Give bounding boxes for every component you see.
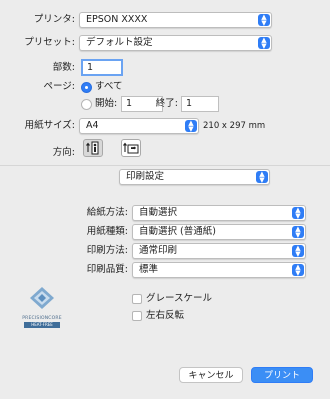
print-button[interactable]: プリント	[251, 367, 313, 383]
landscape-person-icon	[123, 142, 139, 154]
grayscale-label: グレースケール	[146, 293, 213, 304]
preset-label: プリセット:	[24, 37, 75, 48]
printer-label: プリンタ:	[33, 14, 75, 25]
pages-to-field[interactable]: 1	[181, 96, 219, 112]
pages-all-radio[interactable]	[81, 82, 92, 93]
separator	[0, 165, 330, 166]
print-quality-value: 標準	[139, 264, 159, 275]
section-popup[interactable]: 印刷設定 ▲ ▼	[119, 169, 270, 185]
section-value: 印刷設定	[126, 171, 165, 182]
logo-line1: PRECISIONCORE	[22, 316, 62, 321]
paper-source-value: 自動選択	[139, 207, 178, 218]
logo-line2: HEAT-FREE	[24, 322, 60, 328]
paper-size-value: A4	[86, 120, 99, 131]
media-type-value: 自動選択 (普通紙)	[139, 226, 216, 237]
portrait-person-icon	[86, 141, 99, 155]
precisioncore-logo-icon	[30, 287, 54, 309]
preset-popup[interactable]: デフォルト設定 ▲ ▼	[79, 35, 272, 51]
orientation-landscape-button[interactable]	[121, 139, 141, 157]
print-mode-label: 印刷方法:	[86, 245, 128, 256]
paper-source-label: 給紙方法:	[86, 207, 128, 218]
printer-popup[interactable]: EPSON XXXX ▲ ▼	[79, 12, 272, 28]
chevron-updown-icon: ▲ ▼	[292, 264, 304, 277]
chevron-updown-icon: ▲ ▼	[292, 245, 304, 258]
pages-range-radio[interactable]	[81, 99, 92, 110]
pages-label: ページ:	[43, 81, 75, 92]
copies-label: 部数:	[52, 62, 75, 73]
orientation-portrait-button[interactable]	[83, 139, 103, 157]
paper-size-popup[interactable]: A4 ▲ ▼	[79, 118, 199, 134]
copies-field[interactable]: 1	[81, 59, 123, 76]
chevron-updown-icon: ▲ ▼	[292, 226, 304, 239]
pages-all-label: すべて	[95, 81, 123, 92]
chevron-updown-icon: ▲ ▼	[185, 120, 197, 133]
chevron-updown-icon: ▲ ▼	[258, 37, 270, 50]
pages-to-label: 終了:	[155, 98, 178, 109]
pages-from-label: 開始:	[95, 98, 118, 109]
media-type-popup[interactable]: 自動選択 (普通紙) ▲ ▼	[132, 224, 306, 240]
printer-value: EPSON XXXX	[86, 14, 148, 25]
print-mode-value: 通常印刷	[139, 245, 178, 256]
grayscale-checkbox[interactable]	[132, 294, 142, 304]
mirror-checkbox[interactable]	[132, 311, 142, 321]
preset-value: デフォルト設定	[86, 37, 153, 48]
precisioncore-logo: PRECISIONCORE HEAT-FREE	[20, 285, 64, 331]
paper-dimensions: 210 x 297 mm	[203, 121, 266, 131]
chevron-updown-icon: ▲ ▼	[292, 207, 304, 220]
cancel-button[interactable]: キャンセル	[179, 367, 243, 383]
print-mode-popup[interactable]: 通常印刷 ▲ ▼	[132, 243, 306, 259]
chevron-updown-icon: ▲ ▼	[256, 171, 268, 184]
paper-source-popup[interactable]: 自動選択 ▲ ▼	[132, 205, 306, 221]
paper-size-label: 用紙サイズ:	[24, 120, 75, 131]
print-quality-popup[interactable]: 標準 ▲ ▼	[132, 262, 306, 278]
chevron-updown-icon: ▲ ▼	[258, 14, 270, 27]
mirror-label: 左右反転	[146, 310, 185, 321]
print-quality-label: 印刷品質:	[86, 264, 128, 275]
orientation-label: 方向:	[52, 147, 75, 158]
media-type-label: 用紙種類:	[86, 226, 128, 237]
